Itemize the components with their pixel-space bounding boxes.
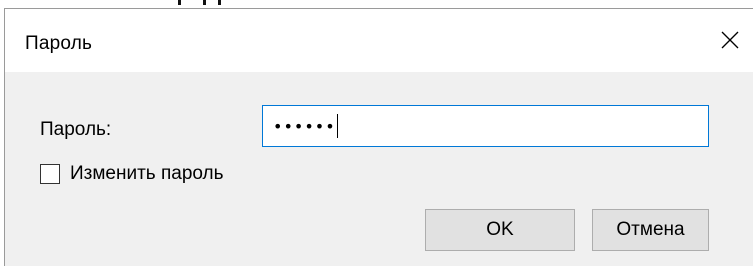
- change-password-option[interactable]: Изменить пароль: [40, 161, 224, 187]
- change-password-label[interactable]: Изменить пароль: [70, 163, 224, 185]
- ok-button[interactable]: OK: [425, 209, 575, 251]
- password-label: Пароль:: [40, 119, 112, 140]
- password-dialog: Пароль Пароль: •••••• Изменить пароль OK…: [4, 8, 753, 266]
- change-password-checkbox[interactable]: [40, 164, 60, 184]
- text-caret: [336, 114, 338, 138]
- close-icon: [721, 31, 739, 49]
- close-button[interactable]: [707, 17, 753, 63]
- title-bar: Пароль: [5, 9, 753, 72]
- cancel-button[interactable]: Отмена: [592, 209, 709, 251]
- dialog-title: Пароль: [25, 33, 93, 54]
- password-field[interactable]: ••••••: [262, 105, 709, 147]
- password-value: ••••••: [273, 116, 336, 136]
